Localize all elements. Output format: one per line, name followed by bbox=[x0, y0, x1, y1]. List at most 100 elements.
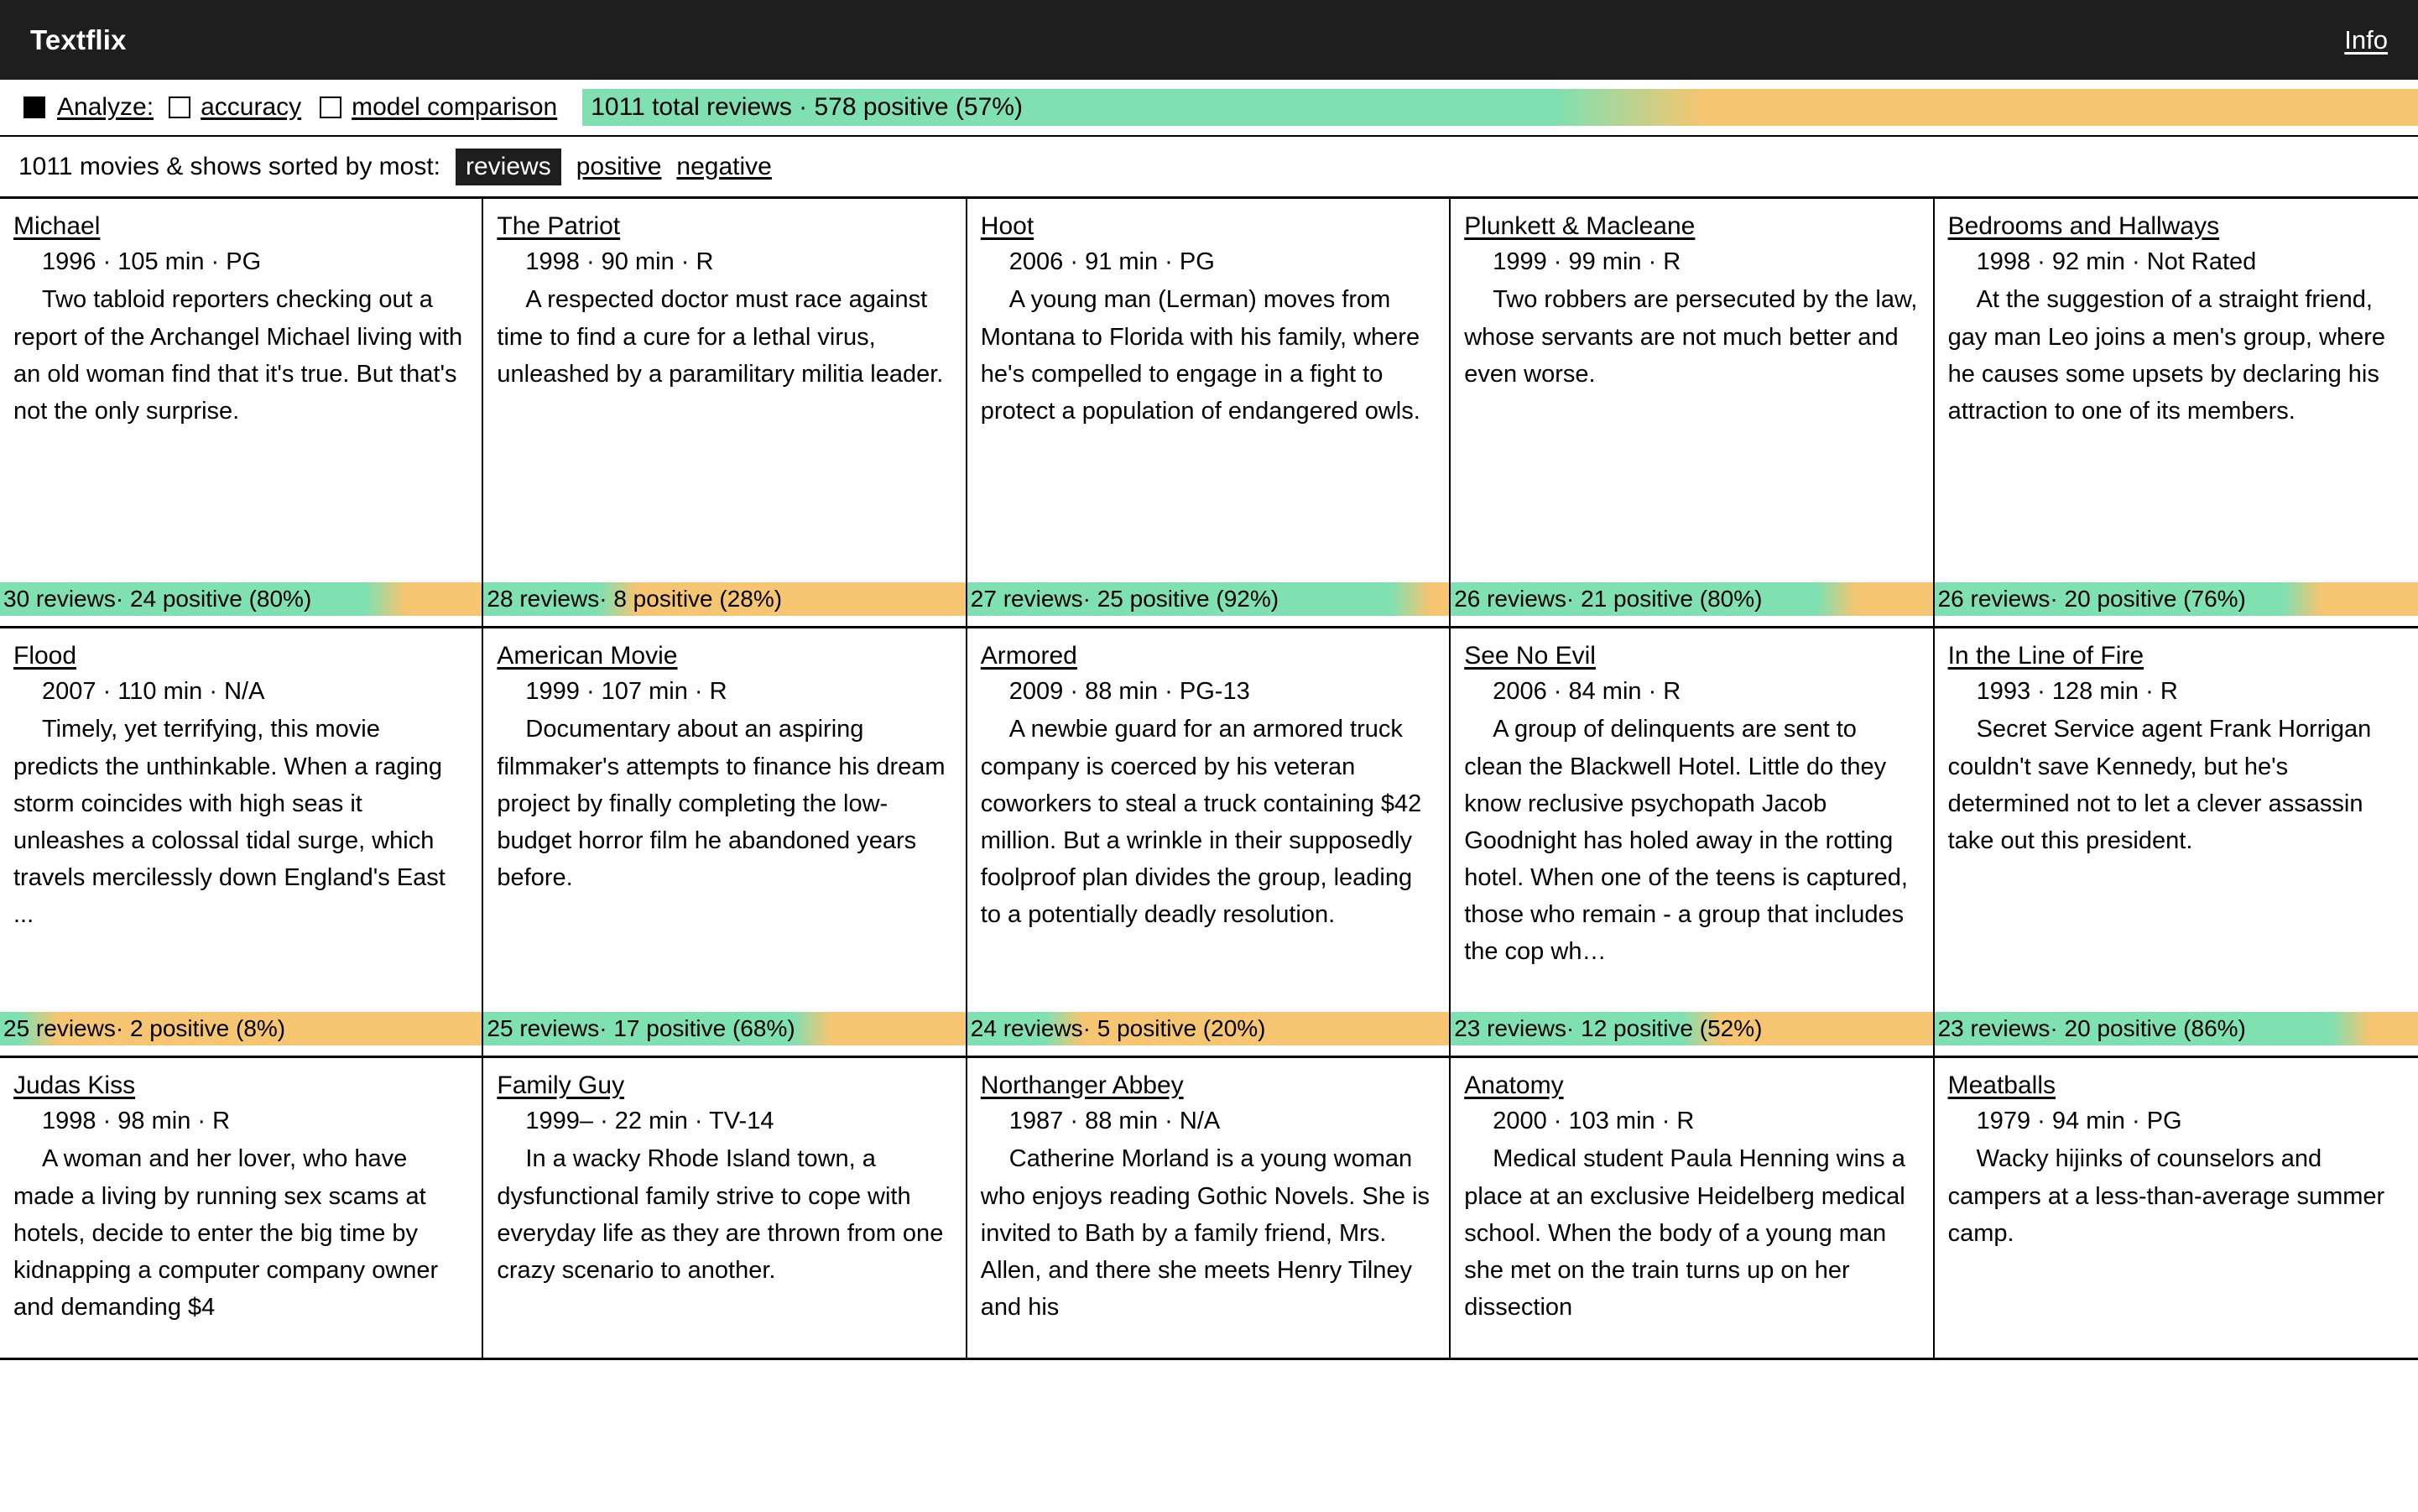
movie-description: Catherine Morland is a young woman who e… bbox=[980, 1145, 1430, 1321]
movie-meta: 1999– · 22 min · TV-14 bbox=[525, 1107, 774, 1134]
card-spacer bbox=[13, 1326, 468, 1358]
movie-meta: 1999 · 99 min · R bbox=[1493, 248, 1681, 275]
sort-option-negative[interactable]: negative bbox=[676, 153, 771, 181]
movie-description: In a wacky Rhode Island town, a dysfunct… bbox=[497, 1145, 944, 1284]
analyze-label[interactable]: Analyze: bbox=[57, 93, 154, 122]
review-sentiment-label: 23 reviews· 12 positive (52%) bbox=[1454, 1015, 1763, 1041]
movie-title-link[interactable]: See No Evil bbox=[1464, 642, 1919, 671]
movie-meta: 1996 · 105 min · PG bbox=[42, 248, 262, 275]
review-sentiment-bar: 28 reviews· 8 positive (28%) bbox=[483, 582, 966, 616]
movie-description: Wacky hijinks of counselors and campers … bbox=[1947, 1145, 2385, 1247]
sort-option-positive[interactable]: positive bbox=[576, 153, 662, 181]
review-sentiment-bar: 26 reviews· 21 positive (80%) bbox=[1451, 582, 1933, 616]
movie-title-link[interactable]: Plunkett & Macleane bbox=[1464, 212, 1919, 242]
sort-option-reviews[interactable]: reviews bbox=[456, 148, 561, 185]
movie-meta: 2000 · 103 min · R bbox=[1493, 1107, 1695, 1134]
movie-description: A young man (Lerman) moves from Montana … bbox=[980, 286, 1420, 425]
review-sentiment-label: 26 reviews· 20 positive (76%) bbox=[1937, 586, 2246, 612]
movie-meta: 1987 · 88 min · N/A bbox=[1008, 1107, 1221, 1134]
card-spacer bbox=[981, 933, 1436, 1012]
movie-meta: 1993 · 128 min · R bbox=[1976, 677, 2178, 705]
movie-card: Family Guy 1999– · 22 min · TV-14 In a wac… bbox=[483, 1058, 967, 1360]
movie-description: Timely, yet terrifying, this movie predi… bbox=[13, 716, 446, 928]
card-spacer bbox=[1948, 430, 2405, 582]
movie-title-link[interactable]: Hoot bbox=[981, 212, 1436, 242]
movie-card: American Movie 1999 · 107 min · R Document… bbox=[483, 628, 967, 1058]
movie-card: In the Line of Fire 1993 · 128 min · R Sec… bbox=[1934, 628, 2418, 1058]
movie-meta: 1998 · 90 min · R bbox=[525, 248, 714, 275]
app-header: Textflix Info bbox=[0, 0, 2418, 80]
accuracy-label[interactable]: accuracy bbox=[201, 93, 301, 122]
model-comparison-label[interactable]: model comparison bbox=[352, 93, 557, 122]
card-spacer bbox=[1948, 1252, 2405, 1358]
review-sentiment-label: 25 reviews· 17 positive (68%) bbox=[487, 1015, 795, 1041]
movie-card: Flood 2007 · 110 min · N/A Timely, yet ter… bbox=[0, 628, 484, 1058]
movie-title-link[interactable]: In the Line of Fire bbox=[1948, 642, 2405, 671]
review-sentiment-bar: 25 reviews· 17 positive (68%) bbox=[483, 1012, 966, 1045]
movie-title-link[interactable]: Northanger Abbey bbox=[981, 1071, 1436, 1101]
total-reviews-bar-label: 1011 total reviews · 578 positive (57%) bbox=[591, 93, 1023, 121]
movie-card: See No Evil 2006 · 84 min · R A group of d… bbox=[1451, 628, 1935, 1058]
review-sentiment-bar: 23 reviews· 12 positive (52%) bbox=[1451, 1012, 1933, 1045]
movie-card: Michael 1996 · 105 min · PG Two tabloid re… bbox=[0, 199, 484, 628]
card-spacer bbox=[1464, 970, 1919, 1012]
movie-title-link[interactable]: American Movie bbox=[497, 642, 951, 671]
review-sentiment-bar: 25 reviews· 2 positive (8%) bbox=[0, 1012, 482, 1045]
movie-description: A newbie guard for an armored truck comp… bbox=[980, 716, 1422, 928]
movie-meta: 2009 · 88 min · PG-13 bbox=[1008, 677, 1250, 705]
movie-card: Hoot 2006 · 91 min · PG A young man (Lerma… bbox=[967, 199, 1451, 628]
movie-grid: Michael 1996 · 105 min · PG Two tabloid re… bbox=[0, 199, 2418, 1360]
card-spacer bbox=[1464, 393, 1919, 582]
movie-meta: 2006 · 91 min · PG bbox=[1008, 248, 1215, 275]
card-spacer bbox=[13, 430, 468, 582]
sort-toolbar: 1011 movies & shows sorted by most: revi… bbox=[0, 137, 2418, 199]
review-sentiment-label: 26 reviews· 21 positive (80%) bbox=[1454, 586, 1763, 612]
movie-title-link[interactable]: Judas Kiss bbox=[13, 1071, 468, 1101]
movie-description: Two robbers are persecuted by the law, w… bbox=[1464, 286, 1918, 388]
movie-description: Two tabloid reporters checking out a rep… bbox=[13, 286, 463, 425]
movie-title-link[interactable]: The Patriot bbox=[497, 212, 951, 242]
movie-card: Anatomy 2000 · 103 min · R Medical student… bbox=[1451, 1058, 1935, 1360]
movie-card: Meatballs 1979 · 94 min · PG Wacky hijinks… bbox=[1934, 1058, 2418, 1360]
movie-title-link[interactable]: Armored bbox=[981, 642, 1436, 671]
analyze-checkbox[interactable] bbox=[23, 96, 45, 118]
movie-meta: 1979 · 94 min · PG bbox=[1976, 1107, 2182, 1134]
info-link[interactable]: Info bbox=[2344, 25, 2388, 55]
review-sentiment-label: 25 reviews· 2 positive (8%) bbox=[3, 1015, 286, 1041]
movie-meta: 1999 · 107 min · R bbox=[525, 677, 727, 705]
movie-title-link[interactable]: Family Guy bbox=[497, 1071, 951, 1101]
movie-meta: 1998 · 98 min · R bbox=[42, 1107, 231, 1134]
review-sentiment-label: 28 reviews· 8 positive (28%) bbox=[487, 586, 783, 612]
card-spacer bbox=[497, 896, 951, 1012]
movie-title-link[interactable]: Bedrooms and Hallways bbox=[1948, 212, 2405, 242]
review-sentiment-label: 30 reviews· 24 positive (80%) bbox=[3, 586, 312, 612]
movie-description: A woman and her lover, who have made a l… bbox=[13, 1145, 439, 1321]
movie-description: At the suggestion of a straight friend, … bbox=[1947, 286, 2385, 425]
movie-description: Documentary about an aspiring filmmaker'… bbox=[497, 716, 946, 891]
card-spacer bbox=[1464, 1326, 1919, 1358]
movie-description: Medical student Paula Henning wins a pla… bbox=[1464, 1145, 1905, 1321]
movie-meta: 1998 · 92 min · Not Rated bbox=[1976, 248, 2257, 275]
accuracy-checkbox[interactable] bbox=[169, 96, 191, 118]
movie-description: A group of delinquents are sent to clean… bbox=[1464, 716, 1908, 965]
app-title: Textflix bbox=[30, 23, 127, 55]
movie-card: Armored 2009 · 88 min · PG-13 A newbie gua… bbox=[967, 628, 1451, 1058]
card-spacer bbox=[13, 933, 468, 1012]
movie-card: Bedrooms and Hallways 1998 · 92 min · Not… bbox=[1934, 199, 2418, 628]
movie-title-link[interactable]: Anatomy bbox=[1464, 1071, 1919, 1101]
movie-title-link[interactable]: Michael bbox=[13, 212, 468, 242]
review-sentiment-label: 24 reviews· 5 positive (20%) bbox=[970, 1015, 1266, 1041]
movie-card: Judas Kiss 1998 · 98 min · R A woman and h… bbox=[0, 1058, 484, 1360]
review-sentiment-bar: 24 reviews· 5 positive (20%) bbox=[967, 1012, 1450, 1045]
movie-card: Plunkett & Macleane 1999 · 99 min · R Two … bbox=[1451, 199, 1935, 628]
review-sentiment-bar: 30 reviews· 24 positive (80%) bbox=[0, 582, 482, 616]
movie-title-link[interactable]: Flood bbox=[13, 642, 468, 671]
movie-title-link[interactable]: Meatballs bbox=[1948, 1071, 2405, 1101]
card-spacer bbox=[981, 1326, 1436, 1358]
movie-card: Northanger Abbey 1987 · 88 min · N/A Cathe… bbox=[967, 1058, 1451, 1360]
card-spacer bbox=[981, 430, 1436, 582]
model-comparison-checkbox[interactable] bbox=[320, 96, 342, 118]
review-sentiment-bar: 23 reviews· 20 positive (86%) bbox=[1934, 1012, 2418, 1045]
movie-description: A respected doctor must race against tim… bbox=[497, 286, 944, 388]
movie-description: Secret Service agent Frank Horrigan coul… bbox=[1947, 716, 2372, 854]
